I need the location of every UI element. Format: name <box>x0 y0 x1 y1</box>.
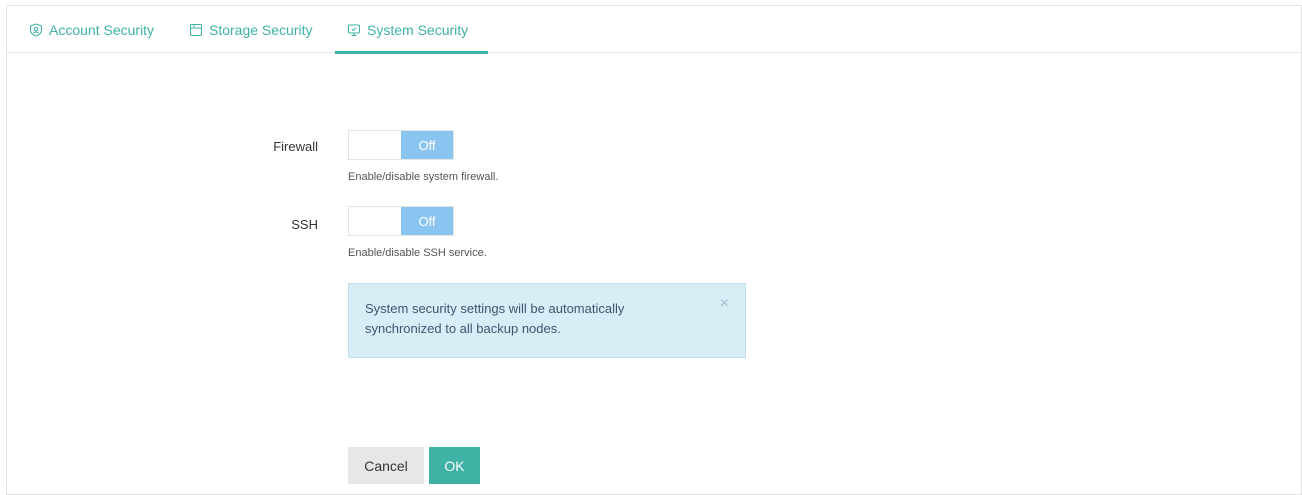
tab-label: System Security <box>367 21 469 38</box>
tab-system-security[interactable]: System Security <box>335 6 488 54</box>
alert-message: System security settings will be automat… <box>365 301 625 336</box>
storage-icon <box>189 23 203 37</box>
ok-button[interactable]: OK <box>429 447 480 484</box>
close-icon[interactable]: × <box>720 294 729 314</box>
ssh-label: SSH <box>291 217 318 232</box>
user-shield-icon <box>29 22 43 37</box>
firewall-hint: Enable/disable system firewall. <box>348 171 499 183</box>
ssh-hint: Enable/disable SSH service. <box>348 247 487 259</box>
tab-account-security[interactable]: Account Security <box>29 6 154 53</box>
tab-label: Storage Security <box>209 21 313 38</box>
tab-bar: Account Security Storage Security System… <box>7 6 1301 54</box>
tab-storage-security[interactable]: Storage Security <box>189 6 313 53</box>
firewall-label: Firewall <box>273 139 318 154</box>
tab-label: Account Security <box>49 21 155 38</box>
security-settings-panel: Account Security Storage Security System… <box>6 5 1302 495</box>
firewall-toggle[interactable]: Off <box>348 130 454 160</box>
active-tab-indicator <box>335 51 488 54</box>
firewall-toggle-state: Off <box>401 131 453 159</box>
monitor-icon <box>347 23 361 37</box>
ssh-toggle[interactable]: Off <box>348 206 454 236</box>
cancel-button[interactable]: Cancel <box>348 447 424 484</box>
sync-info-alert: System security settings will be automat… <box>348 283 746 358</box>
ssh-toggle-state: Off <box>401 207 453 235</box>
